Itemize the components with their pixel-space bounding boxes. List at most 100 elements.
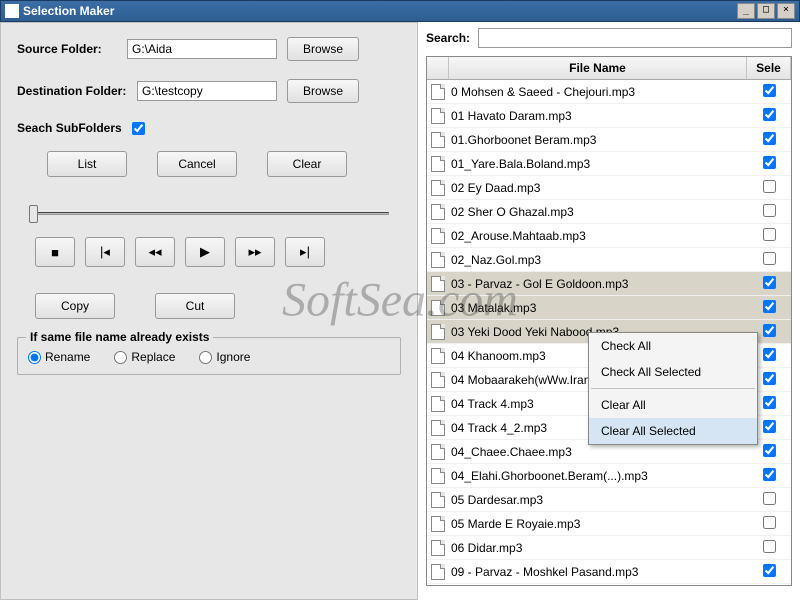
file-icon [431, 492, 445, 508]
row-checkbox[interactable] [763, 420, 776, 433]
column-select[interactable]: Sele [747, 57, 791, 79]
menu-check-all-selected[interactable]: Check All Selected [589, 359, 757, 385]
browse-destination-button[interactable]: Browse [287, 79, 359, 103]
file-grid[interactable]: File Name Sele 0 Mohsen & Saeed - Chejou… [426, 56, 792, 586]
search-label: Search: [426, 31, 470, 45]
destination-folder-input[interactable] [137, 81, 277, 101]
row-checkbox[interactable] [763, 540, 776, 553]
select-cell [747, 276, 791, 292]
table-row[interactable]: 02_Arouse.Mahtaab.mp3 [427, 224, 791, 248]
row-checkbox[interactable] [763, 300, 776, 313]
row-checkbox[interactable] [763, 492, 776, 505]
row-checkbox[interactable] [763, 468, 776, 481]
select-cell [747, 252, 791, 268]
ignore-radio[interactable] [199, 351, 212, 364]
cancel-button[interactable]: Cancel [157, 151, 237, 177]
file-icon [431, 348, 445, 364]
column-file-name[interactable]: File Name [449, 57, 747, 79]
file-name-cell: 02 Ey Daad.mp3 [449, 181, 747, 195]
rename-radio-label[interactable]: Rename [28, 350, 90, 364]
browse-source-button[interactable]: Browse [287, 37, 359, 61]
select-cell [747, 132, 791, 148]
next-track-button[interactable]: ▸| [285, 237, 325, 267]
row-checkbox[interactable] [763, 108, 776, 121]
row-checkbox[interactable] [763, 252, 776, 265]
grid-header: File Name Sele [427, 57, 791, 80]
file-icon [431, 252, 445, 268]
row-checkbox[interactable] [763, 156, 776, 169]
list-button[interactable]: List [47, 151, 127, 177]
row-checkbox[interactable] [763, 276, 776, 289]
file-name-cell: 03 Matalak.mp3 [449, 301, 747, 315]
prev-track-button[interactable]: |◂ [85, 237, 125, 267]
table-row[interactable]: 03 - Parvaz - Gol E Goldoon.mp3 [427, 272, 791, 296]
row-checkbox[interactable] [763, 324, 776, 337]
source-folder-input[interactable] [127, 39, 277, 59]
row-checkbox[interactable] [763, 228, 776, 241]
file-icon [431, 180, 445, 196]
replace-radio-label[interactable]: Replace [114, 350, 175, 364]
select-cell [747, 564, 791, 580]
select-cell [747, 228, 791, 244]
maximize-button[interactable]: □ [757, 3, 775, 19]
row-checkbox[interactable] [763, 444, 776, 457]
file-icon [431, 444, 445, 460]
app-icon [5, 4, 19, 18]
file-icon [431, 204, 445, 220]
row-checkbox[interactable] [763, 396, 776, 409]
table-row[interactable]: 02 Sher O Ghazal.mp3 [427, 200, 791, 224]
select-cell [747, 492, 791, 508]
row-checkbox[interactable] [763, 180, 776, 193]
table-row[interactable]: 04_Elahi.Ghorboonet.Beram(...).mp3 [427, 464, 791, 488]
play-button[interactable]: ▶ [185, 237, 225, 267]
file-name-cell: 04_Chaee.Chaee.mp3 [449, 445, 747, 459]
search-input[interactable] [478, 28, 792, 48]
file-icon [431, 156, 445, 172]
position-slider[interactable] [29, 203, 389, 223]
row-checkbox[interactable] [763, 372, 776, 385]
replace-radio[interactable] [114, 351, 127, 364]
clear-button[interactable]: Clear [267, 151, 347, 177]
menu-clear-all[interactable]: Clear All [589, 392, 757, 418]
row-checkbox[interactable] [763, 84, 776, 97]
menu-clear-all-selected[interactable]: Clear All Selected [589, 418, 757, 444]
copy-button[interactable]: Copy [35, 293, 115, 319]
minimize-button[interactable]: _ [737, 3, 755, 19]
row-checkbox[interactable] [763, 348, 776, 361]
menu-check-all[interactable]: Check All [589, 333, 757, 359]
right-panel: Search: File Name Sele 0 Mohsen & Saeed … [418, 22, 800, 600]
close-button[interactable]: × [777, 3, 795, 19]
rewind-button[interactable]: ◂◂ [135, 237, 175, 267]
ignore-radio-label[interactable]: Ignore [199, 350, 250, 364]
table-row[interactable]: 01.Ghorboonet Beram.mp3 [427, 128, 791, 152]
table-row[interactable]: 01 Havato Daram.mp3 [427, 104, 791, 128]
table-row[interactable]: 05 Dardesar.mp3 [427, 488, 791, 512]
source-folder-label: Source Folder: [17, 42, 127, 56]
file-icon [431, 396, 445, 412]
duplicate-handling-legend: If same file name already exists [26, 330, 213, 344]
table-row[interactable]: 0 Mohsen & Saeed - Chejouri.mp3 [427, 80, 791, 104]
rename-radio[interactable] [28, 351, 41, 364]
table-row[interactable]: 09 - Parvaz - Moshkel Pasand.mp3 [427, 560, 791, 584]
row-checkbox[interactable] [763, 564, 776, 577]
table-row[interactable]: 06 Didar.mp3 [427, 536, 791, 560]
table-row[interactable]: 02 Ey Daad.mp3 [427, 176, 791, 200]
select-cell [747, 540, 791, 556]
stop-button[interactable]: ■ [35, 237, 75, 267]
file-icon [431, 420, 445, 436]
destination-folder-label: Destination Folder: [17, 84, 137, 98]
table-row[interactable]: 02_Naz.Gol.mp3 [427, 248, 791, 272]
table-row[interactable]: 03 Matalak.mp3 [427, 296, 791, 320]
cut-button[interactable]: Cut [155, 293, 235, 319]
file-name-cell: 0 Mohsen & Saeed - Chejouri.mp3 [449, 85, 747, 99]
fast-forward-button[interactable]: ▸▸ [235, 237, 275, 267]
row-checkbox[interactable] [763, 204, 776, 217]
table-row[interactable]: 01_Yare.Bala.Boland.mp3 [427, 152, 791, 176]
table-row[interactable]: 05 Marde E Royaie.mp3 [427, 512, 791, 536]
row-checkbox[interactable] [763, 516, 776, 529]
row-checkbox[interactable] [763, 132, 776, 145]
file-name-cell: 06 Didar.mp3 [449, 541, 747, 555]
search-subfolders-checkbox[interactable] [132, 122, 145, 135]
file-name-cell: 02_Arouse.Mahtaab.mp3 [449, 229, 747, 243]
file-icon [431, 228, 445, 244]
